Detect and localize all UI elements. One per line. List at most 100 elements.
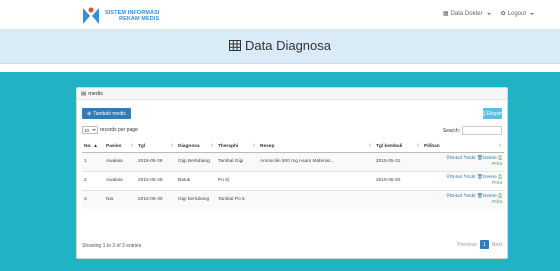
edit-button[interactable]: ✎Edit (463, 156, 475, 161)
col-diagnosa[interactable]: Diagnosa ⇕ (176, 141, 216, 153)
logo-icon (80, 6, 102, 26)
edit-label: Edit (467, 193, 476, 199)
cell-theraphi: Po 6) (216, 170, 258, 190)
cell-resep (258, 189, 374, 209)
cell-pasien: Awalaia (104, 170, 136, 190)
cell-pasien: Nia (104, 189, 136, 209)
sort-icon: ⇕ (169, 143, 174, 149)
sort-icon: ⇕ (367, 143, 372, 149)
col-no-label: No. (84, 143, 92, 149)
col-resep-label: Resep (260, 143, 275, 149)
top-nav: ▦ Data Dokter ✿ Logout (443, 10, 534, 17)
cell-actions: ⚲Detail ✎Edit 🗑Delete ⎙ Print (422, 151, 504, 171)
delete-button[interactable]: 🗑Delete (477, 194, 497, 199)
chevron-down-icon (486, 12, 491, 15)
add-medis-label: Tambah medis (93, 110, 126, 117)
detail-label: Detail (449, 193, 462, 199)
table-row: 3 Nia 2015-05-30 Gigi berlubang Tambal P… (82, 189, 504, 209)
page-length-select[interactable]: 10 (82, 126, 98, 134)
detail-button[interactable]: ⚲Detail (446, 175, 462, 180)
brand[interactable]: SISTEM INFORMASI REKAM MEDIS (80, 6, 159, 26)
table-row: 1 Awalaia 2015-05-28 Gigi Berlubang Tamb… (82, 151, 504, 171)
plus-icon: ⊕ (87, 110, 92, 117)
edit-button[interactable]: ✎Edit (463, 175, 475, 180)
cell-theraphi: Tambal Gigi (216, 151, 258, 171)
cell-resep (258, 170, 374, 190)
table-row: 2 Awalaia 2015-05-29 Batuk Po 6) 2015-06… (82, 170, 504, 190)
col-no[interactable]: No. ▲ (82, 141, 104, 153)
page-length-label: records per page (100, 127, 138, 133)
table-icon (229, 40, 241, 51)
sort-icon: ⇕ (209, 143, 214, 149)
search-label: Search: (442, 127, 460, 134)
cell-tgl: 2015-05-30 (136, 189, 176, 209)
panel-title: medis (88, 90, 103, 97)
cell-theraphi: Tambal Po 5 (216, 189, 258, 209)
delete-label: Delete (482, 155, 497, 161)
spacer (0, 64, 560, 72)
col-tgl-label: Tgl (138, 143, 146, 149)
previous-page-button[interactable]: Previous (457, 242, 476, 248)
table-header-row: No. ▲ Pasien ⇕ Tgl ⇕ Diagnosa ⇕ Theraphi ⇕ R… (82, 141, 504, 153)
col-pasien[interactable]: Pasien ⇕ (104, 141, 136, 153)
detail-label: Detail (449, 174, 462, 180)
export-button[interactable]: ⎙ Eksport (481, 108, 504, 119)
nav-logout[interactable]: ✿ Logout (501, 10, 534, 17)
print-button[interactable]: Print (492, 200, 502, 205)
print-button[interactable]: Print (492, 162, 502, 167)
page-length-value: 10 (84, 127, 90, 133)
col-theraphi-label: Theraphi (218, 143, 239, 149)
chevron-down-icon (530, 12, 534, 15)
col-diagnosa-label: Diagnosa (178, 143, 200, 149)
print-button[interactable]: Print (492, 181, 502, 186)
add-medis-button[interactable]: ⊕ Tambah medis (82, 108, 131, 119)
print-icon: ⎙ (498, 155, 502, 161)
sort-icon: ⇕ (497, 143, 502, 149)
page-title: Data Diagnosa (0, 38, 560, 53)
edit-button[interactable]: ✎Edit (463, 194, 475, 199)
page-1-button[interactable]: 1 (479, 240, 489, 249)
col-tgl-kembali[interactable]: Tgl kembali ⇕ (374, 141, 422, 153)
detail-label: Detail (449, 155, 462, 161)
col-theraphi[interactable]: Theraphi ⇕ (216, 141, 258, 153)
cell-actions: ⚲Detail ✎Edit 🗑Delete ⎙ Print (422, 170, 504, 190)
cell-resep: Amoxcilin 500 mg Asam Mafenat... (258, 151, 374, 171)
diagnosa-table: No. ▲ Pasien ⇕ Tgl ⇕ Diagnosa ⇕ Theraphi ⇕ R… (82, 141, 504, 209)
list-icon: ▤ (81, 90, 87, 97)
edit-label: Edit (467, 174, 476, 180)
col-tgl-kembali-label: Tgl kembali (376, 143, 403, 149)
chevron-down-icon (92, 129, 96, 131)
print-icon: ⎙ (481, 110, 486, 117)
table-info: Showing 1 to 3 of 3 entries (82, 243, 142, 249)
cell-no: 1 (82, 151, 104, 171)
cell-no: 3 (82, 189, 104, 209)
col-resep[interactable]: Resep ⇕ (258, 141, 374, 153)
detail-button[interactable]: ⚲Detail (446, 194, 462, 199)
print-icon: ⎙ (498, 193, 502, 199)
nav-data-dokter[interactable]: ▦ Data Dokter (443, 10, 491, 17)
panel-heading: ▤ medis (77, 88, 507, 100)
export-label: Eksport (486, 110, 504, 117)
col-tgl[interactable]: Tgl ⇕ (136, 141, 176, 153)
brand-line-2: REKAM MEDIS (119, 16, 160, 22)
cell-tgl: 2015-05-28 (136, 151, 176, 171)
page-title-text: Data Diagnosa (245, 38, 331, 53)
search-input[interactable] (462, 126, 502, 135)
delete-button[interactable]: 🗑Delete (477, 175, 497, 180)
list-icon: ▦ (442, 11, 449, 17)
cell-tgl-kembali: 2015-06-02 (374, 170, 422, 190)
cell-tgl: 2015-05-29 (136, 170, 176, 190)
cell-diagnosa: Gigi Berlubang (176, 151, 216, 171)
delete-button[interactable]: 🗑Delete (477, 156, 497, 161)
col-pilihan[interactable]: Pilihan ⇕ (422, 141, 504, 153)
detail-button[interactable]: ⚲Detail (446, 156, 462, 161)
search-area: Search: (443, 126, 502, 135)
col-pilihan-label: Pilihan (424, 143, 440, 149)
cell-actions: ⚲Detail ✎Edit 🗑Delete ⎙ Print (422, 189, 504, 209)
col-pasien-label: Pasien (106, 143, 122, 149)
cell-no: 2 (82, 170, 104, 190)
sort-icon: ⇕ (415, 143, 420, 149)
cell-tgl-kembali: 2015-05-31 (374, 151, 422, 171)
next-page-button[interactable]: Next (492, 242, 502, 248)
print-icon: ⎙ (498, 174, 502, 180)
